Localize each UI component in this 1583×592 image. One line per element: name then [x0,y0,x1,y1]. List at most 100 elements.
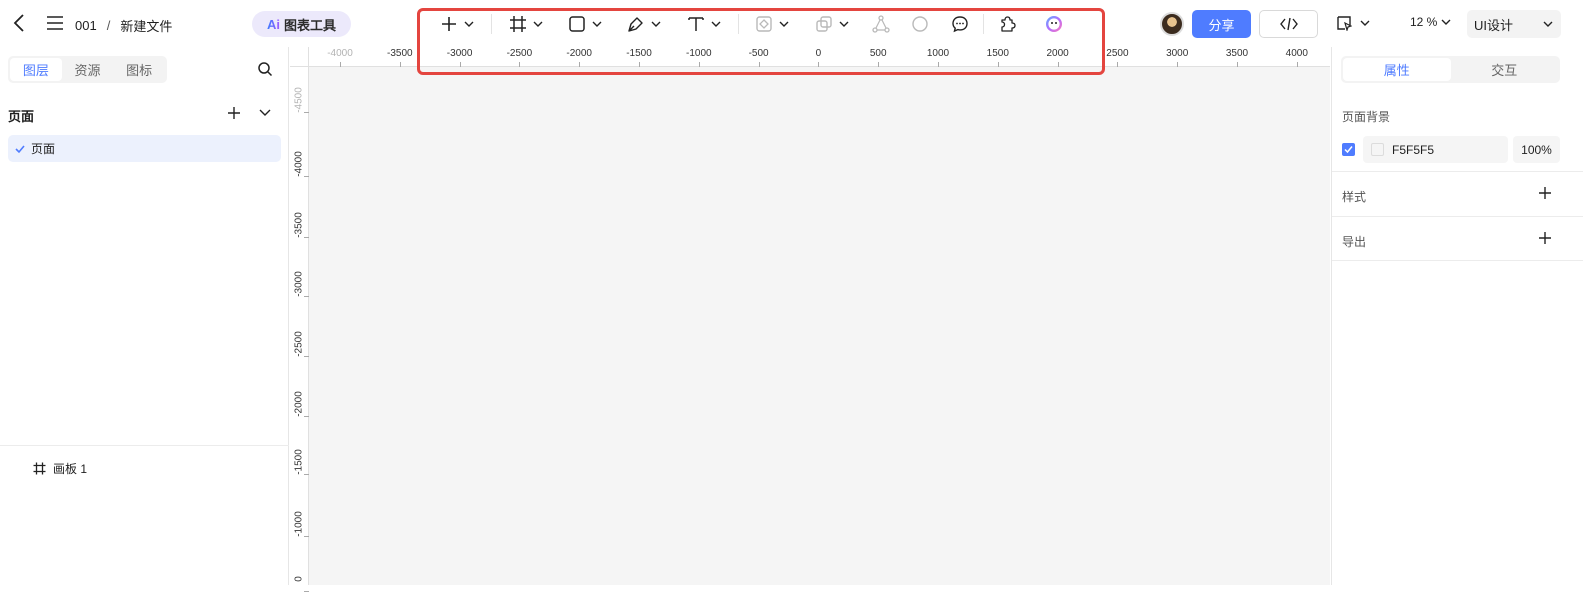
ruler-tick-mark [698,62,700,67]
component-tool[interactable] [755,12,789,36]
ruler-tick-label: -3500 [293,212,305,238]
ruler-tick-label: -3000 [446,48,473,59]
ellipse-icon [912,16,928,32]
breadcrumb-separator: / [106,18,111,33]
ruler-tick-label: 0 [815,48,822,59]
check-icon [1344,146,1353,154]
ruler-tick-label: -2000 [566,48,592,59]
plus-icon [228,107,240,119]
chevron-down-icon [1360,20,1370,26]
ruler-tick-mark [938,62,939,67]
ruler-tick-mark [340,62,341,67]
plugin-tool[interactable] [998,12,1016,36]
chevron-down-icon [592,21,602,27]
file-name[interactable]: 新建文件 [120,16,172,35]
ruler-tick-label: -1000 [686,48,712,59]
panel-divider [1332,260,1583,261]
prototype-play-button[interactable] [1336,15,1370,31]
ruler-tick-label: 2500 [1106,48,1129,59]
plus-icon [1539,187,1551,199]
share-button[interactable]: 分享 [1192,10,1251,38]
tab-layers[interactable]: 图层 [10,58,62,81]
ruler-tick-label: 0 [293,576,305,582]
add-tool[interactable] [440,12,474,36]
ai-chart-tool-button[interactable]: Ai 图表工具 [252,11,351,37]
dev-mode-button[interactable] [1259,10,1318,38]
mode-select-value: UI设计 [1474,17,1514,33]
background-opacity-field[interactable]: 100% [1513,136,1560,163]
ruler-tick-mark [304,296,309,297]
mode-select[interactable]: UI设计 [1467,10,1561,38]
rectangle-icon [569,16,585,32]
ruler-tick-label: -3500 [387,48,413,59]
ruler-tick-label: 3500 [1225,48,1249,59]
ai-assistant-tool[interactable] [1045,12,1063,36]
ruler-tick-mark [997,62,999,67]
vector-network-tool[interactable] [872,12,890,36]
zoom-value: 12 % [1410,15,1438,29]
frame-icon [510,16,526,32]
ruler-tick-label: 1500 [986,48,1009,59]
design-canvas[interactable]: -4000 -3500 -3000 -2500 -2000 -1500 -1000 -500 0… [290,47,1330,592]
project-name[interactable]: 001 [75,18,97,33]
comment-tool[interactable] [951,12,969,36]
horizontal-ruler: -4000 -3500 -3000 -2500 -2000 -1500 -1000 -500 0… [290,47,1330,67]
ruler-tick-mark [399,62,401,67]
search-icon[interactable] [257,61,273,77]
collapse-pages-button[interactable] [258,105,272,121]
layer-item[interactable]: 画板 1 [33,460,87,477]
check-icon [15,144,25,153]
ruler-tick-mark [639,62,640,67]
chevron-down-icon [839,21,849,27]
ruler-tick-label: -1000 [293,511,305,537]
background-color-field[interactable]: F5F5F5 [1363,136,1508,163]
ruler-tick-label: -4000 [327,48,353,59]
tab-assets[interactable]: 资源 [62,58,114,81]
text-tool[interactable] [687,12,721,36]
ai-chart-tool-label: 图表工具 [283,17,336,33]
vector-network-icon [872,15,890,33]
tab-interaction[interactable]: 交互 [1451,58,1559,81]
chevron-down-icon [711,21,721,27]
background-color-swatch[interactable] [1371,143,1384,156]
tab-properties[interactable]: 属性 [1343,58,1451,81]
page-item[interactable]: 页面 [8,135,281,162]
back-icon[interactable] [12,14,26,32]
ruler-tick-mark [818,62,820,67]
menu-icon[interactable] [46,15,64,31]
pen-icon [628,17,643,32]
ruler-tick-mark [519,62,521,67]
left-panel-tabs: 图层 资源 图标 [8,56,167,83]
tab-icons[interactable]: 图标 [113,58,165,81]
zoom-level[interactable]: 12 % [1410,15,1451,29]
right-panel: 属性 交互 页面背景 F5F5F5 100% 样式 导出 [1331,47,1583,585]
panel-divider [0,445,289,446]
pen-tool[interactable] [627,12,661,36]
ruler-tick-label: -1500 [293,449,305,475]
page-background-label: 页面背景 [1342,110,1391,124]
frame-icon [33,462,46,475]
rectangle-tool[interactable] [568,12,602,36]
add-style-button[interactable] [1538,186,1552,200]
frame-tool[interactable] [509,12,543,36]
ruler-tick-mark [1237,62,1238,67]
toolbar-divider [491,14,492,34]
add-export-button[interactable] [1538,231,1552,245]
add-page-button[interactable] [226,105,242,121]
panel-divider [1332,216,1583,217]
export-label: 导出 [1342,235,1367,249]
chevron-down-icon [651,21,661,27]
boolean-tool[interactable] [815,12,849,36]
chevron-down-icon [464,21,474,27]
ellipse-tool[interactable] [911,12,929,36]
ruler-tick-label: 4000 [1285,48,1308,59]
background-color-value: F5F5F5 [1392,142,1435,157]
ruler-tick-mark [304,536,309,537]
user-avatar[interactable] [1160,12,1184,36]
ruler-tick-mark [758,62,760,67]
chevron-down-icon [1441,19,1451,25]
vertical-ruler: -4500 -4000 -3500 -3000 -2500 -2000 -1500 -1000… [290,47,309,592]
background-visible-checkbox[interactable] [1342,143,1355,156]
page-item-label: 页面 [31,142,56,156]
chevron-down-icon [533,21,543,27]
